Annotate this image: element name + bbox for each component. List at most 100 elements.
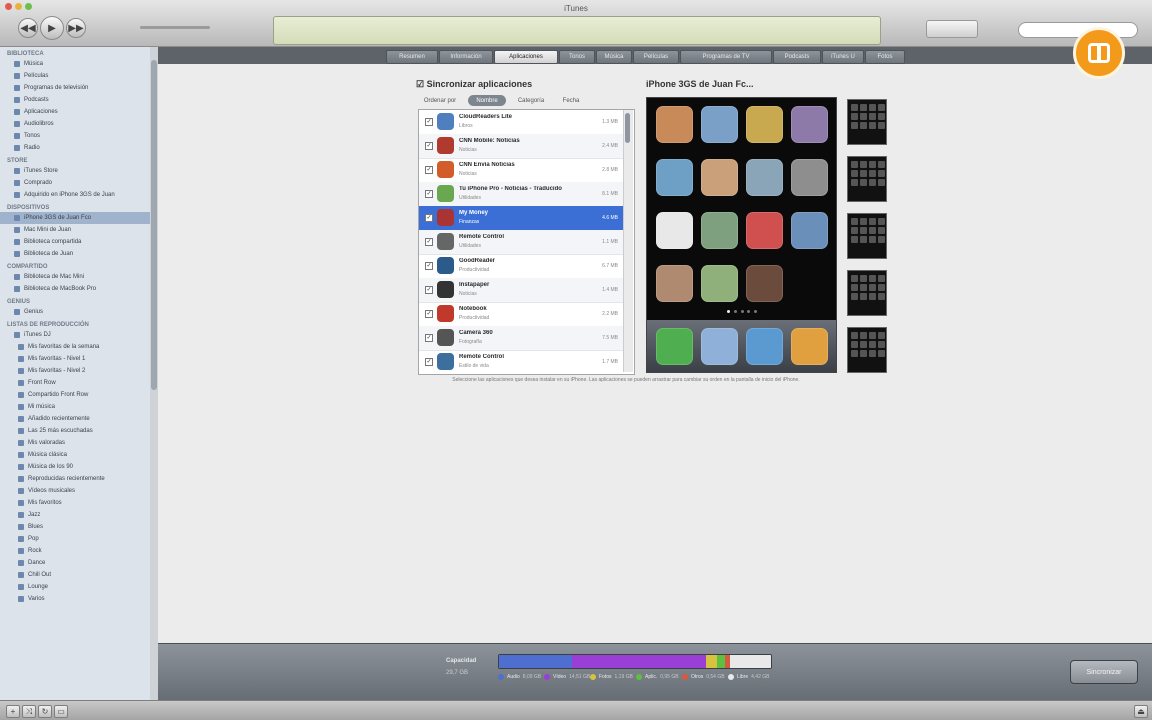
app-row[interactable]: ✓ Notebook Productividad 2.2 MB — [419, 302, 624, 327]
sidebar-item[interactable]: iTunes Store — [0, 165, 150, 177]
sidebar-item[interactable]: Front Row — [0, 377, 150, 389]
home-screen-app-icon[interactable] — [746, 106, 783, 143]
app-row[interactable]: ✓ CNN Envía Noticias Noticias 2.8 MB — [419, 158, 624, 183]
home-screen-app-icon[interactable] — [656, 265, 693, 302]
app-checkbox[interactable]: ✓ — [425, 286, 433, 294]
sidebar-item[interactable]: Audiolibros — [0, 118, 150, 130]
sidebar-item[interactable]: Aplicaciones — [0, 106, 150, 118]
sort-option[interactable]: Categoría — [510, 95, 552, 106]
shuffle-button[interactable]: ⤨ — [22, 705, 36, 718]
sidebar-item[interactable]: Chill Out — [0, 569, 150, 581]
app-checkbox[interactable]: ✓ — [425, 214, 433, 222]
sync-apps-checkbox-title[interactable]: ☑ Sincronizar aplicaciones — [416, 79, 532, 90]
previous-track-button[interactable]: ◀◀ — [18, 18, 38, 38]
app-list-scrollbar[interactable] — [623, 110, 633, 372]
sidebar-item[interactable]: Películas — [0, 70, 150, 82]
app-row[interactable]: ✓ Remote Control Utilidades 1.1 MB — [419, 230, 624, 255]
sidebar-item[interactable]: Adquirido en iPhone 3GS de Juan — [0, 189, 150, 201]
sidebar-item[interactable]: Biblioteca compartida — [0, 236, 150, 248]
home-screen-page-thumbnail[interactable] — [847, 99, 887, 145]
sidebar-item[interactable]: iTunes DJ — [0, 329, 150, 341]
sidebar-item[interactable]: Radio — [0, 142, 150, 154]
home-screen-app-icon[interactable] — [701, 265, 738, 302]
app-row[interactable]: ✓ Camera 360 Fotografía 7.5 MB — [419, 326, 624, 351]
sort-option[interactable]: Fecha — [556, 95, 586, 106]
sidebar-item[interactable]: Blues — [0, 521, 150, 533]
home-screen-app-icon[interactable] — [656, 106, 693, 143]
sidebar-item[interactable]: Podcasts — [0, 94, 150, 106]
sidebar-item[interactable]: Biblioteca de Juan — [0, 248, 150, 260]
dock-app-icon[interactable] — [656, 328, 693, 365]
sidebar-item[interactable]: Mis favoritas - Nivel 1 — [0, 353, 150, 365]
sidebar-item[interactable]: Mis favoritas - Nivel 2 — [0, 365, 150, 377]
sidebar-item[interactable]: Pop — [0, 533, 150, 545]
app-row[interactable]: ✓ GoodReader Productividad 6.7 MB — [419, 254, 624, 279]
home-screen-app-icon[interactable] — [746, 265, 783, 302]
sidebar-item[interactable]: Reproducidas recientemente — [0, 473, 150, 485]
app-row[interactable]: ✓ Tu iPhone Pro - Noticias - Traducido Uti… — [419, 182, 624, 207]
app-list-scroll-thumb[interactable] — [625, 113, 630, 143]
volume-slider[interactable] — [140, 26, 210, 29]
next-track-button[interactable]: ▶▶ — [66, 18, 86, 38]
sync-button[interactable]: Sincronizar — [1070, 660, 1138, 684]
sidebar-item[interactable]: Música — [0, 58, 150, 70]
home-screen-app-icon[interactable] — [656, 212, 693, 249]
home-screen-app-icon[interactable] — [701, 106, 738, 143]
tab-7[interactable]: Podcasts — [773, 50, 821, 64]
sidebar-item[interactable]: Rock — [0, 545, 150, 557]
sidebar-item[interactable]: Lounge — [0, 581, 150, 593]
sidebar-item[interactable]: Vídeos musicales — [0, 485, 150, 497]
sidebar-scroll-thumb[interactable] — [151, 60, 157, 390]
app-checkbox[interactable]: ✓ — [425, 142, 433, 150]
home-screen-page-thumbnail[interactable] — [847, 327, 887, 373]
tab-5[interactable]: Películas — [633, 50, 679, 64]
sidebar-item[interactable]: Jazz — [0, 509, 150, 521]
tab-1[interactable]: Información — [439, 50, 493, 64]
home-screen-app-icon[interactable] — [791, 106, 828, 143]
sidebar-item[interactable]: Mis valoradas — [0, 437, 150, 449]
app-checkbox[interactable]: ✓ — [425, 310, 433, 318]
play-button[interactable]: ▶ — [40, 16, 64, 40]
app-row[interactable]: ✓ Remote Control Estilo de vida 1.7 MB — [419, 350, 624, 374]
sidebar-item[interactable]: Compartido Front Row — [0, 389, 150, 401]
app-checkbox[interactable]: ✓ — [425, 358, 433, 366]
home-screen-app-icon[interactable] — [746, 212, 783, 249]
sidebar-item[interactable]: Mi música — [0, 401, 150, 413]
sync-apps-checkbox[interactable]: ☑ — [416, 79, 427, 89]
home-screen-app-icon[interactable] — [701, 212, 738, 249]
home-screen-app-icon[interactable] — [791, 212, 828, 249]
sidebar-item[interactable]: Biblioteca de MacBook Pro — [0, 283, 150, 295]
sidebar-item[interactable]: Biblioteca de Mac Mini — [0, 271, 150, 283]
app-checkbox[interactable]: ✓ — [425, 190, 433, 198]
dock-app-icon[interactable] — [701, 328, 738, 365]
tab-2[interactable]: Aplicaciones — [494, 50, 558, 64]
app-row[interactable]: ✓ CNN Mobile: Noticias Noticias 2.4 MB — [419, 134, 624, 159]
sidebar-item[interactable]: iPhone 3GS de Juan Fco — [0, 212, 150, 224]
artwork-button[interactable]: ▭ — [54, 705, 68, 718]
dock-app-icon[interactable] — [791, 328, 828, 365]
sidebar-item[interactable]: Tonos — [0, 130, 150, 142]
tab-3[interactable]: Tonos — [559, 50, 595, 64]
sidebar-item[interactable]: Dance — [0, 557, 150, 569]
tab-9[interactable]: Fotos — [865, 50, 905, 64]
tab-4[interactable]: Música — [596, 50, 632, 64]
repeat-button[interactable]: ↻ — [38, 705, 52, 718]
app-checkbox[interactable]: ✓ — [425, 334, 433, 342]
sidebar-item[interactable]: Música de los 90 — [0, 461, 150, 473]
app-checkbox[interactable]: ✓ — [425, 238, 433, 246]
home-screen-page-thumbnail[interactable] — [847, 270, 887, 316]
app-checkbox[interactable]: ✓ — [425, 166, 433, 174]
add-playlist-button[interactable]: + — [6, 705, 20, 718]
sidebar-item[interactable]: Mis favoritas de la semana — [0, 341, 150, 353]
sidebar-item[interactable]: Música clásica — [0, 449, 150, 461]
home-screen-app-icon[interactable] — [791, 159, 828, 196]
tab-0[interactable]: Resumen — [386, 50, 438, 64]
sidebar-item[interactable]: Comprado — [0, 177, 150, 189]
dock-app-icon[interactable] — [746, 328, 783, 365]
sidebar-item[interactable]: Varios — [0, 593, 150, 605]
tab-8[interactable]: iTunes U — [822, 50, 864, 64]
view-mode-buttons[interactable] — [926, 20, 978, 38]
app-row[interactable]: ✓ My Money Finanzas 4.6 MB — [419, 206, 624, 231]
eject-button[interactable]: ⏏ — [1134, 705, 1148, 718]
sidebar-item[interactable]: Las 25 más escuchadas — [0, 425, 150, 437]
